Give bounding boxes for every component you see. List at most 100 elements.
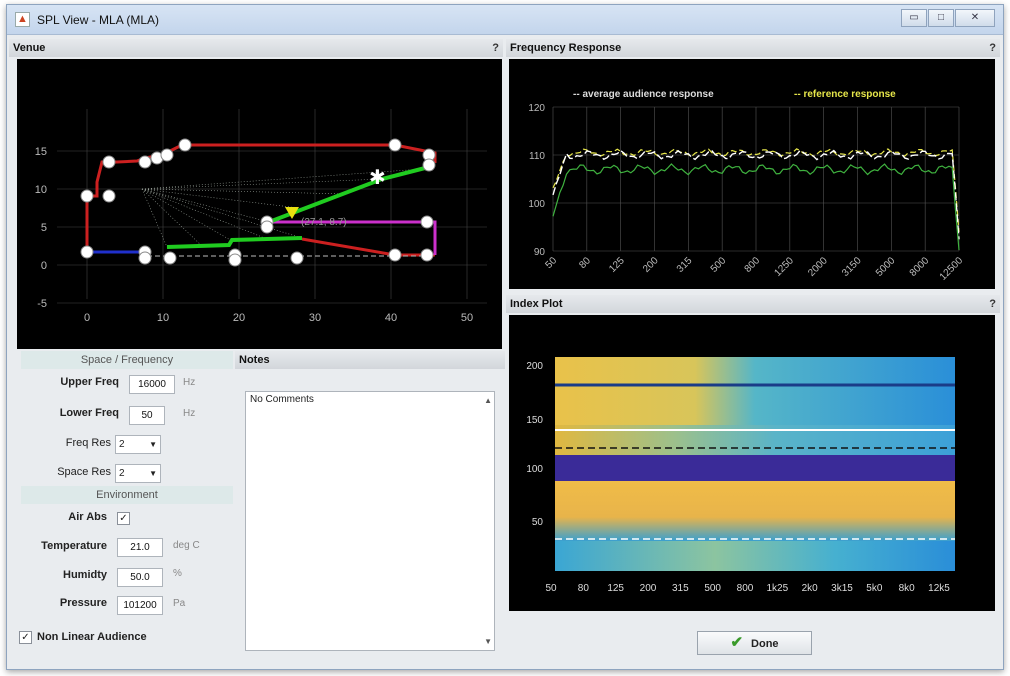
upper-freq-unit: Hz bbox=[183, 377, 196, 388]
venue-y-tick: -5 bbox=[37, 298, 47, 310]
index-plot[interactable]: 200 150 100 50 50 80 125 200 315 500 800 1k25 2k0 3k1… bbox=[509, 315, 995, 611]
window-title: SPL View - MLA (MLA) bbox=[37, 13, 160, 27]
fr-x-tick: 315 bbox=[675, 255, 695, 275]
maximize-button[interactable]: □ bbox=[928, 9, 954, 27]
venue-node bbox=[102, 155, 116, 169]
notes-panel-title: Notes bbox=[235, 351, 505, 369]
lower-freq-label: Lower Freq bbox=[59, 407, 119, 419]
freq-res-label: Freq Res bbox=[65, 437, 111, 449]
venue-node bbox=[388, 138, 402, 152]
venue-node bbox=[80, 245, 94, 259]
index-x-tick: 2k0 bbox=[802, 583, 819, 594]
notes-textarea[interactable]: No Comments ▲ ▼ bbox=[245, 391, 495, 651]
venue-x-tick: 30 bbox=[309, 312, 321, 324]
freq-title: Frequency Response bbox=[510, 42, 622, 54]
freq-res-select[interactable]: 2 ▼ bbox=[115, 435, 161, 454]
fr-x-tick: 500 bbox=[709, 255, 729, 275]
upper-freq-input[interactable]: 16000 bbox=[129, 375, 175, 394]
space-res-label: Space Res bbox=[57, 466, 111, 478]
venue-x-tick: 50 bbox=[461, 312, 473, 324]
air-abs-label: Air Abs bbox=[68, 511, 107, 523]
index-x-tick: 125 bbox=[607, 583, 624, 594]
fr-x-tick: 125 bbox=[607, 255, 627, 275]
environment-header: Environment bbox=[21, 486, 233, 504]
index-x-tick: 500 bbox=[704, 583, 721, 594]
fr-x-tick: 800 bbox=[743, 255, 763, 275]
venue-node bbox=[138, 251, 152, 265]
venue-y-tick: 0 bbox=[41, 260, 47, 272]
non-linear-checkbox[interactable]: ✓ bbox=[19, 631, 32, 644]
venue-ray bbox=[141, 188, 303, 239]
chevron-down-icon: ▼ bbox=[149, 440, 157, 449]
venue-plot[interactable]: 0 10 20 30 40 50 15 10 5 0 -5 (27.1, 8.7) ✱ bbox=[17, 59, 502, 349]
pressure-unit: Pa bbox=[173, 598, 186, 609]
done-label: Done bbox=[751, 638, 779, 650]
humidity-unit: % bbox=[173, 568, 182, 579]
pressure-input[interactable]: 101200 bbox=[117, 596, 163, 615]
fr-x-tick: 50 bbox=[543, 255, 559, 271]
index-x-tick: 315 bbox=[672, 583, 689, 594]
minimize-button[interactable]: ▭ bbox=[901, 9, 927, 27]
venue-y-tick: 5 bbox=[41, 222, 47, 234]
frequency-response-plot[interactable]: 120 110 100 90 50 80 125 200 315 500 800 1250 2000 31… bbox=[509, 59, 995, 289]
venue-panel-title: Venue ? bbox=[9, 39, 503, 57]
venue-audience-main bbox=[166, 236, 303, 249]
venue-x-tick: 40 bbox=[385, 312, 397, 324]
fr-y-tick: 110 bbox=[529, 151, 545, 162]
title-bar: ▲ SPL View - MLA (MLA) ▭ □ ✕ bbox=[7, 5, 1003, 35]
chevron-down-icon: ▼ bbox=[149, 469, 157, 478]
venue-ray bbox=[141, 188, 270, 223]
index-y-tick: 100 bbox=[526, 464, 543, 475]
fr-y-tick: 100 bbox=[528, 199, 545, 210]
space-res-select[interactable]: 2 ▼ bbox=[115, 464, 161, 483]
close-button[interactable]: ✕ bbox=[955, 9, 995, 27]
fr-x-tick: 8000 bbox=[908, 255, 932, 279]
venue-chart: 0 10 20 30 40 50151050-5 (27.1, 8.7) ✱ bbox=[35, 109, 487, 324]
heatmap-bottom bbox=[555, 541, 955, 571]
index-x-tick: 3k15 bbox=[831, 583, 853, 594]
index-x-tick: 800 bbox=[737, 583, 754, 594]
non-linear-label: Non Linear Audience bbox=[37, 631, 147, 643]
fr-x-tick: 1250 bbox=[772, 255, 796, 279]
lower-freq-unit: Hz bbox=[183, 408, 196, 419]
air-abs-checkbox[interactable]: ✓ bbox=[117, 512, 130, 525]
frequency-response-chart: 120 110 100 9050 80 125 200 315 500 800 1250 2000 31… bbox=[528, 89, 965, 283]
venue-x-tick: 10 bbox=[157, 312, 169, 324]
venue-node bbox=[80, 189, 94, 203]
index-help-icon[interactable]: ? bbox=[989, 295, 996, 313]
index-y-tick: 150 bbox=[526, 415, 543, 426]
index-x-tick: 1k25 bbox=[766, 583, 788, 594]
fr-x-tick: 80 bbox=[577, 255, 593, 271]
venue-title: Venue bbox=[13, 42, 46, 54]
venue-boundary-red-right bbox=[301, 237, 435, 257]
scroll-down-icon[interactable]: ▼ bbox=[484, 637, 492, 646]
humidity-label: Humidty bbox=[63, 569, 107, 581]
index-y-tick: 50 bbox=[532, 517, 544, 528]
heatmap-upper bbox=[555, 357, 955, 425]
venue-node bbox=[163, 251, 177, 265]
lower-freq-input[interactable]: 50 bbox=[129, 406, 165, 425]
freq-panel-title: Frequency Response ? bbox=[506, 39, 1000, 57]
fr-y-tick: 120 bbox=[528, 103, 545, 114]
humidity-input[interactable]: 50.0 bbox=[117, 568, 163, 587]
done-button[interactable]: ✔ Done bbox=[697, 631, 812, 655]
index-panel-title: Index Plot ? bbox=[506, 295, 1000, 313]
venue-node bbox=[138, 155, 152, 169]
fr-y-tick: 90 bbox=[534, 247, 546, 258]
listener-marker: ✱ bbox=[369, 165, 386, 189]
venue-ray bbox=[141, 188, 203, 247]
index-y-tick: 200 bbox=[526, 361, 543, 372]
venue-ray bbox=[141, 188, 233, 242]
freq-res-value: 2 bbox=[119, 439, 125, 450]
venue-x-tick: 20 bbox=[233, 312, 245, 324]
matlab-icon: ▲ bbox=[15, 12, 30, 27]
freq-help-icon[interactable]: ? bbox=[989, 39, 996, 57]
temperature-input[interactable]: 21.0 bbox=[117, 538, 163, 557]
index-x-tick: 80 bbox=[578, 583, 590, 594]
venue-y-tick: 15 bbox=[35, 146, 47, 158]
scroll-up-icon[interactable]: ▲ bbox=[484, 396, 492, 405]
venue-help-icon[interactable]: ? bbox=[492, 39, 499, 57]
upper-freq-label: Upper Freq bbox=[60, 376, 119, 388]
venue-node bbox=[102, 189, 116, 203]
fr-x-tick: 200 bbox=[641, 255, 661, 275]
